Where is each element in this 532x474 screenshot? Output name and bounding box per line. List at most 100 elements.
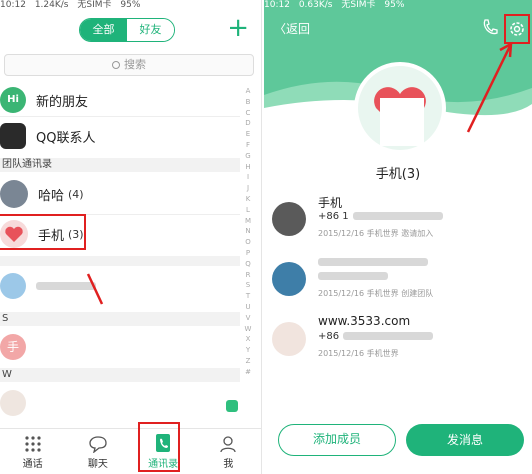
status-bar: 10:12 0.63K/s 无SIM卡 95% [264,0,532,10]
member-count: (4) [68,187,84,201]
tab-me-label: 我 [223,459,234,470]
alphabet-letter[interactable]: # [243,367,253,378]
tab-chat-label: 聊天 [87,459,108,470]
new-friends-icon: Hi [0,87,26,113]
member-name [318,254,428,268]
member-name: www.3533.com [318,314,411,328]
alphabet-letter[interactable]: W [243,324,253,335]
person-icon [220,436,237,453]
add-member-button[interactable]: 添加成员 [278,424,396,456]
alphabet-letter[interactable]: X [243,334,253,345]
section-header-s: S [0,312,240,326]
avatar [0,390,26,416]
new-friends-item[interactable]: Hi 新的朋友 [0,86,238,114]
qq-contacts-item[interactable]: QQ联系人 [0,122,238,150]
member-phone: +86 [318,331,434,342]
alphabet-letter[interactable]: F [243,140,253,151]
alphabet-letter[interactable]: M [243,216,253,227]
tab-call[interactable]: 通话 [0,429,65,474]
dialpad-icon [25,436,41,452]
add-icon[interactable]: + [227,14,249,42]
send-message-button[interactable]: 发消息 [406,424,524,456]
member-meta: 2015/12/16 手机世界 邀请加入 [318,229,434,238]
alphabet-index[interactable]: A B C D E F G H I J K L M N O P Q R S T U V W X Y Z # [243,86,253,378]
avatar [0,180,28,208]
qq-icon [0,123,26,149]
team-item-haha[interactable]: 哈哈 (4) [0,178,238,210]
chat-bubble-icon [89,436,107,453]
annotation-arrow [466,41,513,133]
new-friends-label: 新的朋友 [36,94,89,110]
tab-friends[interactable]: 好友 [127,19,174,41]
status-carrier: 无SIM卡 [77,0,112,10]
avatar [272,322,306,356]
member-item[interactable]: 2015/12/16 手机世界 创建团队 [272,252,522,308]
group-title: 手机(3) [264,163,532,182]
tab-chat[interactable]: 聊天 [65,429,130,474]
alphabet-letter[interactable]: Z [243,356,253,367]
highlight-box [0,214,86,250]
alphabet-letter[interactable]: G [243,151,253,162]
robot-icon [226,400,238,412]
alphabet-letter[interactable]: U [243,302,253,313]
contact-item[interactable] [0,388,238,418]
status-time: 10:12 [264,0,290,10]
phone-icon[interactable] [482,18,498,36]
group-name: 手机 [375,167,402,182]
member-name: 手机 [318,196,343,210]
team-name: 哈哈 [38,188,65,204]
back-button[interactable]: 〈返回 [274,20,310,37]
alphabet-letter[interactable]: P [243,248,253,259]
contact-filter-toggle: 全部 好友 [79,18,175,42]
section-header [0,256,240,266]
member-item[interactable]: www.3533.com +86 2015/12/16 手机世界 [272,312,522,368]
alphabet-letter[interactable]: E [243,129,253,140]
status-speed: 1.24K/s [34,0,69,10]
tab-call-label: 通话 [22,459,43,470]
contact-item-shou[interactable]: 手 [0,332,238,362]
contact-item[interactable] [0,272,238,300]
alphabet-letter[interactable]: Y [243,345,253,356]
alphabet-letter[interactable]: A [243,86,253,97]
alphabet-letter[interactable]: N [243,226,253,237]
avatar [0,273,26,299]
member-meta: 2015/12/16 手机世界 [318,349,399,358]
section-header-w: W [0,368,240,382]
member-phone [318,271,388,282]
alphabet-letter[interactable]: J [243,183,253,194]
avatar: 手 [0,334,26,360]
status-battery: 95% [120,0,141,10]
alphabet-letter[interactable]: K [243,194,253,205]
alphabet-letter[interactable]: T [243,291,253,302]
section-header-team: 团队通讯录 [0,158,240,172]
contacts-screen: 10:12 1.24K/s 无SIM卡 95% 全部 好友 + 搜索 Hi 新的… [0,0,262,474]
status-battery: 95% [384,0,405,10]
status-time: 10:12 [0,0,26,10]
alphabet-letter[interactable]: S [243,280,253,291]
search-input[interactable]: 搜索 [4,54,254,76]
divider [0,116,240,117]
member-phone: +86 1 [318,211,443,222]
alphabet-letter[interactable]: Q [243,259,253,270]
member-item[interactable]: 手机 +86 1 2015/12/16 手机世界 邀请加入 [272,192,522,248]
alphabet-letter[interactable]: B [243,97,253,108]
alphabet-letter[interactable]: C [243,108,253,119]
alphabet-letter[interactable]: L [243,205,253,216]
tab-all[interactable]: 全部 [80,19,127,41]
alphabet-letter[interactable]: O [243,237,253,248]
alphabet-letter[interactable]: D [243,118,253,129]
alphabet-letter[interactable]: V [243,313,253,324]
highlight-box [138,422,180,472]
status-carrier: 无SIM卡 [341,0,376,10]
group-count: (3) [401,167,421,182]
bottom-tab-bar: 通话 聊天 通讯录 我 [0,428,261,474]
group-detail-screen: 10:12 0.63K/s 无SIM卡 95% 〈返回 手机(3) 手机 +86… [264,0,532,474]
member-meta: 2015/12/16 手机世界 创建团队 [318,289,434,298]
alphabet-letter[interactable]: I [243,172,253,183]
status-speed: 0.63K/s [298,0,333,10]
alphabet-letter[interactable]: H [243,162,253,173]
search-placeholder: 搜索 [124,58,146,71]
tab-me[interactable]: 我 [196,429,261,474]
avatar [272,202,306,236]
alphabet-letter[interactable]: R [243,270,253,281]
